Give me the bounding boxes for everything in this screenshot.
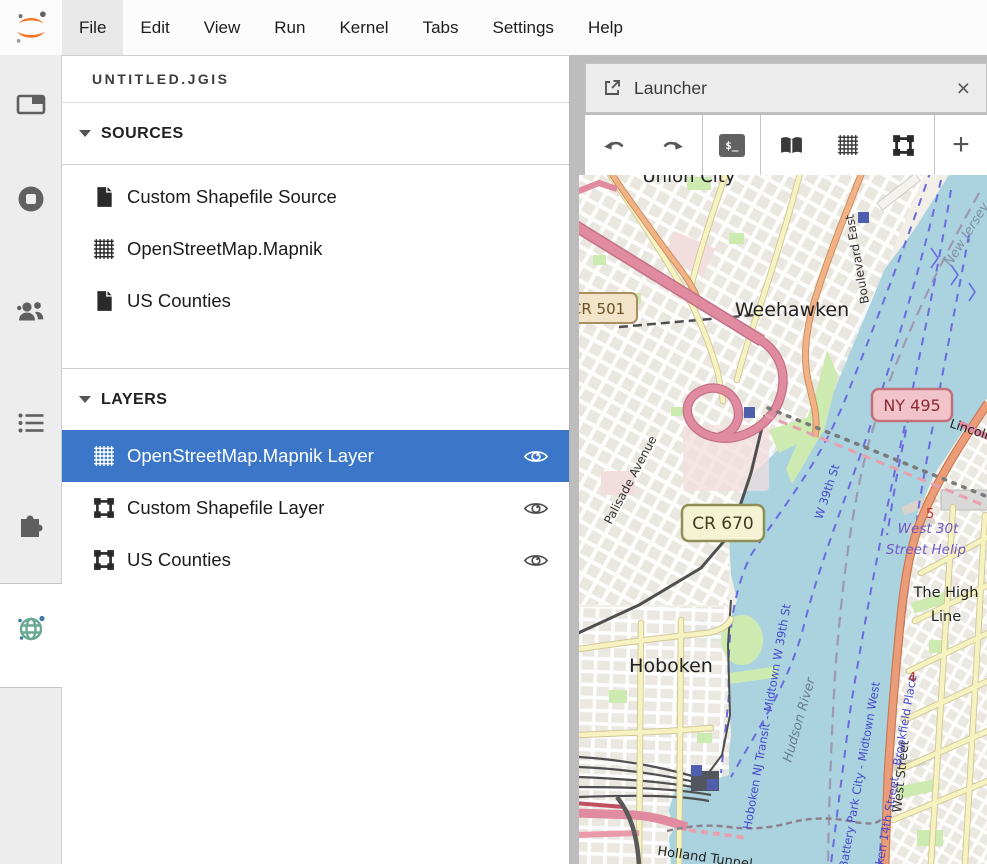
extension-manager-icon[interactable] — [15, 507, 47, 539]
main-dock: Launcher × $_ — [571, 55, 987, 864]
map-toolbar: $_ + — [585, 115, 987, 175]
label-heliport-1: West 30t — [898, 521, 959, 537]
menu-kernel[interactable]: Kernel — [322, 0, 405, 55]
collaboration-users-icon[interactable] — [15, 296, 47, 328]
visibility-eye-icon[interactable] — [523, 552, 549, 569]
label-heliport-2: Street Helip — [886, 542, 966, 558]
layer-row-custom-shapefile[interactable]: Custom Shapefile Layer — [62, 482, 569, 534]
vector-polygon-icon — [93, 549, 115, 571]
add-button[interactable]: + — [935, 119, 987, 171]
menu-bar: File Edit View Run Kernel Tabs Settings … — [0, 0, 987, 55]
map-canvas[interactable]: CR 501 CR 670 NY 495 Union City Weehawke… — [579, 175, 987, 864]
new-group: + — [935, 115, 987, 175]
layers-list: OpenStreetMap.Mapnik Layer Custom Shapef… — [62, 430, 569, 586]
tab-title: Launcher — [634, 78, 707, 99]
undo-button[interactable] — [589, 119, 641, 171]
table-of-contents-icon[interactable] — [15, 407, 47, 439]
add-vector-polygon-button[interactable] — [878, 119, 930, 171]
vector-polygon-icon — [93, 497, 115, 519]
add-raster-grid-button[interactable] — [822, 119, 874, 171]
file-browser-icon[interactable] — [15, 88, 47, 120]
source-item-custom-shapefile[interactable]: Custom Shapefile Source — [62, 171, 569, 223]
source-item-us-counties[interactable]: US Counties — [62, 275, 569, 327]
console-terminal-button[interactable]: $_ — [706, 119, 758, 171]
layer-row-us-counties[interactable]: US Counties — [62, 534, 569, 586]
menu-help[interactable]: Help — [571, 0, 640, 55]
label-union-city: Union City — [642, 175, 735, 187]
menu-settings[interactable]: Settings — [476, 0, 571, 55]
sources-list: Custom Shapefile Source OpenStreetMap.Ma… — [62, 165, 569, 327]
file-icon — [93, 290, 115, 312]
svg-text:CR 501: CR 501 — [579, 300, 625, 318]
source-label: US Counties — [127, 290, 231, 312]
svg-text:NY 495: NY 495 — [883, 396, 940, 415]
label-hoboken: Hoboken — [629, 655, 713, 677]
label-weehawken: Weehawken — [735, 299, 849, 321]
add-layer-group — [761, 115, 935, 175]
layer-label: US Counties — [127, 549, 231, 571]
undo-redo-group — [585, 115, 703, 175]
running-kernels-icon[interactable] — [15, 183, 47, 215]
menu-edit[interactable]: Edit — [123, 0, 186, 55]
document-title: UNTITLED.JGIS — [62, 56, 569, 103]
jgis-panel: UNTITLED.JGIS SOURCES Custom Shapefile S… — [62, 55, 570, 864]
layers-section-label: LAYERS — [101, 391, 167, 409]
launcher-tab[interactable]: Launcher × — [585, 63, 987, 113]
visibility-eye-icon[interactable] — [523, 500, 549, 517]
raster-grid-icon — [93, 445, 115, 467]
file-icon — [93, 186, 115, 208]
layer-row-openstreetmap[interactable]: OpenStreetMap.Mapnik Layer — [62, 430, 569, 482]
activity-sidebar — [0, 55, 62, 864]
launcher-icon — [602, 78, 622, 98]
svg-text:CR 670: CR 670 — [692, 514, 754, 534]
visibility-eye-icon[interactable] — [523, 448, 549, 465]
layer-label: OpenStreetMap.Mapnik Layer — [127, 445, 374, 467]
label-high-line-2: Line — [931, 609, 961, 625]
layers-section-header[interactable]: LAYERS — [62, 368, 569, 430]
label-exit-5: 5 — [926, 507, 934, 522]
label-high-line-1: The High — [913, 585, 979, 601]
redo-button[interactable] — [646, 119, 698, 171]
source-label: OpenStreetMap.Mapnik — [127, 238, 322, 260]
sources-section-header[interactable]: SOURCES — [62, 103, 569, 165]
notebook-book-button[interactable] — [766, 119, 818, 171]
jupyter-logo — [0, 0, 62, 55]
label-route-4: 4 — [908, 671, 916, 686]
book-icon — [779, 135, 804, 156]
source-item-openstreetmap[interactable]: OpenStreetMap.Mapnik — [62, 223, 569, 275]
plus-icon: + — [952, 128, 970, 162]
terminal-icon: $_ — [719, 134, 745, 157]
polygon-icon — [892, 134, 915, 157]
menu-run[interactable]: Run — [257, 0, 322, 55]
collapse-caret-icon — [79, 396, 91, 403]
menu-view[interactable]: View — [187, 0, 258, 55]
source-label: Custom Shapefile Source — [127, 186, 337, 208]
collapse-caret-icon — [79, 130, 91, 137]
grid-icon — [837, 134, 859, 156]
console-group: $_ — [703, 115, 761, 175]
jupytergis-globe-icon[interactable] — [15, 612, 47, 644]
close-tab-icon[interactable]: × — [957, 77, 970, 100]
menu-items: File Edit View Run Kernel Tabs Settings … — [62, 0, 640, 55]
menu-tabs[interactable]: Tabs — [406, 0, 476, 55]
raster-grid-icon — [93, 238, 115, 260]
sources-section-label: SOURCES — [101, 125, 184, 143]
layer-label: Custom Shapefile Layer — [127, 497, 324, 519]
menu-file[interactable]: File — [62, 0, 123, 55]
